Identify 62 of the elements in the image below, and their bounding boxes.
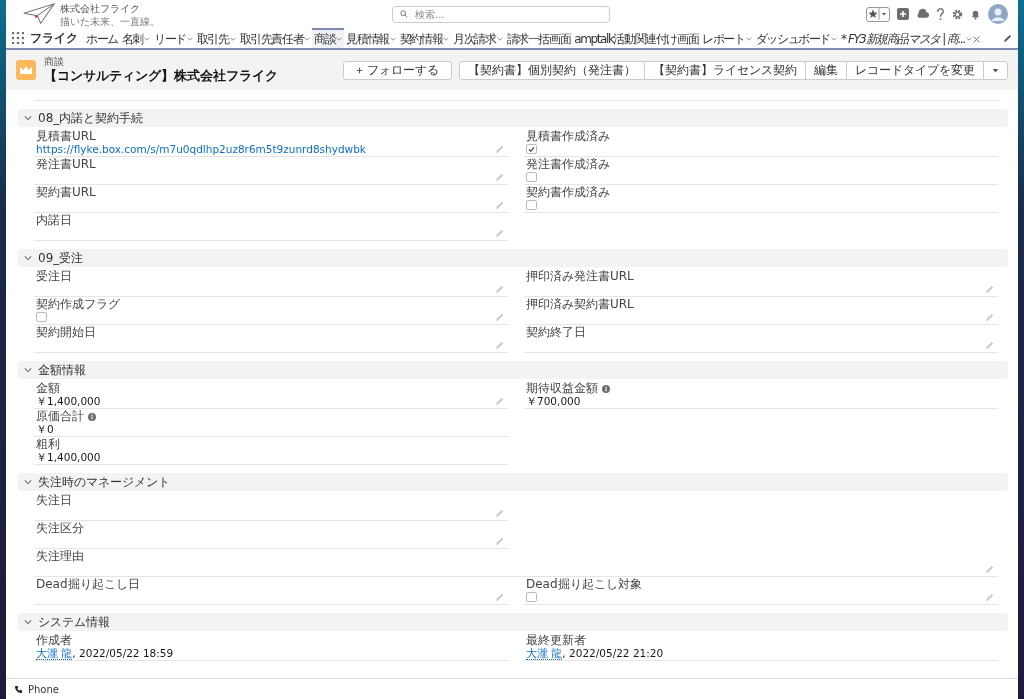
field-value: ￥1,400,000	[36, 395, 102, 408]
nav-tab[interactable]: * FY3新規商品マスタ | 商...	[838, 28, 983, 48]
section-header[interactable]: 金額情報	[18, 361, 1008, 379]
field-label: 見積書作成済み	[526, 130, 610, 143]
action-button[interactable]: レコードタイプを変更	[846, 60, 984, 80]
field-value: ￥0	[36, 423, 55, 436]
field-label: 契約書作成済み	[526, 186, 610, 199]
nav-tab[interactable]: 見積情報	[344, 28, 398, 48]
field-label: 期待収益金額	[526, 382, 598, 395]
field-value: ￥700,000	[526, 395, 582, 408]
field-label: 受注日	[36, 270, 72, 283]
nav-tab[interactable]: ダッシュボード	[753, 28, 839, 48]
field-label: 金額	[36, 382, 60, 395]
url-link[interactable]: https://flyke.box.com/s/m7u0qdlhp2uz8r6m5t9zunrd8shydwbk	[36, 143, 495, 156]
app-name: フライク	[30, 29, 78, 47]
company-name: 株式会社フライク	[60, 1, 141, 16]
nav-tab[interactable]: amptalk活動関連付け画面	[572, 28, 701, 48]
field-label: 失注日	[36, 494, 72, 507]
field-label: 契約書URL	[36, 186, 96, 199]
field-label: 失注理由	[36, 550, 84, 563]
nav-tab[interactable]: 請求一括画面	[504, 28, 573, 48]
nav-tab[interactable]: 名刺	[119, 28, 152, 48]
field-label: 契約作成フラグ	[36, 298, 120, 311]
nav-tab[interactable]: リード	[152, 28, 195, 48]
nav-tab[interactable]: 月次請求	[451, 28, 505, 48]
nav-tab[interactable]: 商談	[312, 28, 345, 48]
field-label: Dead掘り起こし日	[36, 578, 140, 591]
field-value: ￥1,400,000	[36, 451, 102, 464]
field-label: 発注書作成済み	[526, 158, 610, 171]
field-label: 押印済み発注書URL	[526, 270, 634, 283]
field-label: 作成者	[36, 634, 72, 647]
field-label: 契約開始日	[36, 326, 96, 339]
utility-item[interactable]: Phone	[14, 683, 59, 695]
section-header[interactable]: 09_受注	[18, 249, 1008, 267]
action-button[interactable]: 【契約書】ライセンス契約	[644, 60, 806, 80]
field-label: 最終更新者	[526, 634, 586, 647]
field-label: 失注区分	[36, 522, 84, 535]
section-header[interactable]: システム情報	[18, 613, 1008, 631]
field-label: 内諾日	[36, 214, 72, 227]
nav-tab[interactable]: ホーム	[84, 28, 120, 48]
record-title: 【コンサルティング】株式会社フライク	[44, 67, 278, 85]
field-value: 大瀧 龍, 2022/05/22 18:59	[36, 647, 175, 660]
field-label: 押印済み契約書URL	[526, 298, 634, 311]
field-label: 粗利	[36, 438, 60, 451]
field-label: 契約終了日	[526, 326, 586, 339]
field-label: 発注書URL	[36, 158, 96, 171]
nav-tab[interactable]: 取引先責任者	[237, 28, 313, 48]
nav-tab[interactable]: 契約情報	[397, 28, 452, 48]
field-label: 見積書URL	[36, 130, 96, 143]
nav-tab[interactable]: 取引先	[194, 28, 238, 48]
field-label: 原価合計	[36, 410, 84, 423]
section-header[interactable]: 失注時のマネージメント	[18, 473, 1008, 491]
object-type: 商談	[44, 55, 65, 67]
tagline: 描いた未来、一直線。	[60, 15, 160, 27]
field-label: Dead掘り起こし対象	[526, 578, 642, 591]
section-header[interactable]: 08_内諾と契約手続	[18, 109, 1008, 127]
action-button[interactable]: 編集	[805, 60, 847, 80]
field-value: 大瀧 龍, 2022/05/22 21:20	[526, 647, 665, 660]
follow-button[interactable]: フォローする	[343, 60, 452, 80]
nav-tab[interactable]: レポート	[700, 28, 754, 48]
action-button[interactable]: 【契約書】個別契約（発注書）	[459, 60, 645, 80]
search-field[interactable]: 検索...	[392, 5, 610, 23]
